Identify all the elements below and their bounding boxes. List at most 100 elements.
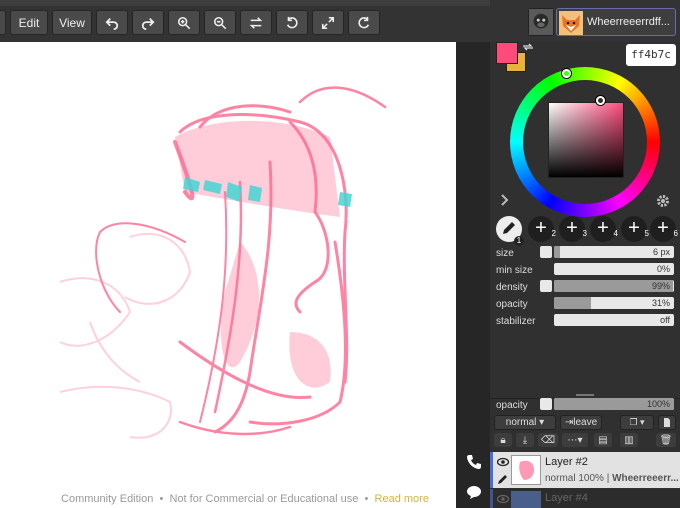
layer-thumbnail bbox=[511, 491, 541, 508]
panel-resize-handle[interactable] bbox=[576, 394, 594, 396]
layer-row[interactable]: Layer #4 bbox=[490, 489, 680, 508]
size-slider[interactable]: 6 px bbox=[554, 246, 674, 258]
density-label: density bbox=[496, 282, 528, 293]
density-slider[interactable]: 99% bbox=[554, 280, 674, 292]
rotate-right-icon bbox=[358, 16, 370, 28]
footer-notice: Community Edition • Not for Commercial o… bbox=[0, 493, 490, 505]
size-label: size bbox=[496, 248, 514, 259]
slot-number: 1 bbox=[514, 236, 524, 246]
zoom-out-button[interactable] bbox=[204, 10, 236, 35]
read-more-link[interactable]: Read more bbox=[375, 493, 429, 505]
user-avatar-button[interactable] bbox=[528, 8, 554, 36]
layer-name: Layer #4 bbox=[545, 492, 588, 504]
chevron-right-icon[interactable] bbox=[500, 194, 510, 206]
opacity-slider[interactable]: 31% bbox=[554, 297, 674, 309]
saturation-value-square[interactable] bbox=[548, 102, 624, 178]
chevron-down-icon: ▾ bbox=[539, 417, 545, 428]
duplicate-layer-dropdown[interactable]: ❐ ▾ bbox=[620, 415, 654, 430]
chevron-down-icon: ▾ bbox=[577, 434, 583, 446]
export-layer-button[interactable]: ▥ bbox=[620, 433, 638, 447]
plus-icon: + bbox=[566, 217, 578, 239]
drawing-canvas[interactable] bbox=[0, 42, 456, 508]
edition-text: Community Edition bbox=[61, 493, 154, 505]
blend-mode-value: normal bbox=[505, 417, 537, 428]
copy-icon: ❐ bbox=[629, 417, 638, 427]
gear-icon[interactable] bbox=[656, 194, 670, 208]
separator-dot: • bbox=[159, 493, 164, 505]
add-tool-slot-3[interactable]: +3 bbox=[559, 216, 587, 242]
layer-opacity-value: 100% bbox=[646, 399, 670, 409]
sv-picker-handle[interactable] bbox=[596, 96, 605, 105]
view-menu-button[interactable]: View bbox=[52, 10, 92, 35]
plus-icon: + bbox=[628, 217, 640, 239]
lock-icon: 🔒︎ bbox=[500, 434, 506, 446]
import-layer-button[interactable]: ▤ bbox=[594, 433, 612, 447]
size-value: 6 px bbox=[652, 247, 670, 257]
density-pressure-checkbox[interactable] bbox=[540, 280, 552, 292]
top-toolbar: Edit View Wheerreeerrdff... bbox=[0, 0, 680, 42]
zoom-out-icon bbox=[213, 16, 227, 29]
plus-icon: + bbox=[535, 217, 547, 239]
chevron-down-icon: ▾ bbox=[640, 417, 645, 427]
stabilizer-label: stabilizer bbox=[496, 316, 536, 327]
plus-icon: + bbox=[597, 217, 609, 239]
size-pressure-checkbox[interactable] bbox=[540, 246, 552, 258]
delete-layer-button[interactable]: 🗑︎ bbox=[656, 433, 676, 447]
swap-arrows-icon bbox=[249, 16, 263, 29]
username-label: Wheerreeerrdff... bbox=[587, 16, 670, 28]
layer-more-menu[interactable]: ⋯ ▾ bbox=[562, 433, 588, 447]
layer-opacity-checkbox[interactable] bbox=[540, 398, 552, 410]
layer-row-active[interactable]: Layer #2 normal 100% | Wheerreeerr... bbox=[490, 452, 680, 488]
menu-button-partial[interactable] bbox=[0, 10, 6, 35]
lock-layer-button[interactable]: 🔒︎ bbox=[494, 433, 512, 447]
eraser-icon: ⌫ bbox=[540, 434, 556, 446]
new-file-icon bbox=[664, 418, 670, 427]
leave-button[interactable]: ⇥leave bbox=[560, 415, 602, 430]
merge-down-button[interactable]: ⤓ bbox=[516, 433, 534, 447]
separator-dot: • bbox=[364, 493, 369, 505]
hue-picker-handle[interactable] bbox=[562, 69, 571, 78]
primary-color-swatch[interactable] bbox=[496, 42, 518, 64]
plus-icon: + bbox=[657, 217, 669, 239]
pink-sketch-artwork bbox=[59, 86, 387, 439]
zoom-in-button[interactable] bbox=[168, 10, 200, 35]
blend-mode-select[interactable]: normal ▾ bbox=[494, 415, 556, 430]
add-tool-slot-2[interactable]: +2 bbox=[528, 216, 556, 242]
right-panel: ff4b7c 1 +2 +3 +4 +5 +6 size 6 px min si… bbox=[490, 42, 680, 508]
active-user-button[interactable]: Wheerreeerrdff... bbox=[556, 8, 676, 36]
opacity-value: 31% bbox=[651, 298, 670, 308]
layer-thumbnail bbox=[511, 455, 541, 485]
stabilizer-slider[interactable]: off bbox=[554, 314, 674, 326]
slot-number: 2 bbox=[551, 229, 556, 238]
brush-tool-slot-1[interactable]: 1 bbox=[496, 216, 524, 246]
tab-strip bbox=[0, 0, 490, 6]
fullscreen-button[interactable] bbox=[312, 10, 344, 35]
phone-icon[interactable] bbox=[466, 454, 482, 470]
fox-avatar-icon bbox=[559, 11, 583, 35]
hex-color-input[interactable]: ff4b7c bbox=[626, 44, 676, 66]
eye-visible-icon[interactable] bbox=[497, 494, 509, 504]
redo-button[interactable] bbox=[132, 10, 164, 35]
density-value: 99% bbox=[651, 281, 670, 291]
new-layer-button[interactable] bbox=[658, 415, 676, 430]
slot-number: 6 bbox=[673, 229, 678, 238]
min-size-slider[interactable]: 0% bbox=[554, 263, 674, 275]
add-tool-slot-4[interactable]: +4 bbox=[590, 216, 618, 242]
leave-label: leave bbox=[573, 417, 598, 428]
swap-colors-icon[interactable] bbox=[522, 42, 534, 52]
edit-menu-button[interactable]: Edit bbox=[10, 10, 48, 35]
clear-layer-button[interactable]: ⌫ bbox=[538, 433, 558, 447]
undo-button[interactable] bbox=[96, 10, 128, 35]
eye-visible-icon[interactable] bbox=[497, 457, 509, 467]
rotate-right-button[interactable] bbox=[348, 10, 380, 35]
flip-horizontal-button[interactable] bbox=[240, 10, 272, 35]
layer-blend-info: normal 100% bbox=[545, 473, 604, 484]
layer-opacity-slider[interactable]: 100% bbox=[554, 398, 674, 410]
ellipsis-icon: ⋯ bbox=[567, 434, 578, 446]
add-tool-slot-6[interactable]: +6 bbox=[650, 216, 678, 242]
undo-icon bbox=[105, 17, 119, 30]
add-tool-slot-5[interactable]: +5 bbox=[621, 216, 649, 242]
rotate-left-button[interactable] bbox=[276, 10, 308, 35]
merge-down-icon: ⤓ bbox=[522, 434, 528, 446]
layer-name: Layer #2 bbox=[545, 456, 588, 468]
